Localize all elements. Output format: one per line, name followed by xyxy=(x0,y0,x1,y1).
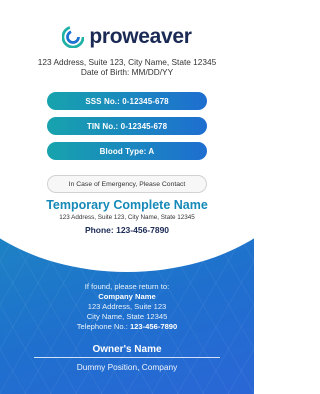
emergency-contact-address: 123 Address, Suite 123, City Name, State… xyxy=(59,214,195,221)
id-card-back: proweaver 123 Address, Suite 123, City N… xyxy=(0,0,254,394)
return-intro: If found, please return to: xyxy=(84,282,170,291)
holder-address: 123 Address, Suite 123, City Name, State… xyxy=(37,57,217,67)
return-telephone: Telephone No.: 123-456-7890 xyxy=(0,322,254,331)
telephone-label: Telephone No.: xyxy=(76,322,130,331)
brand-name: proweaver xyxy=(89,25,192,48)
telephone-value: 123-456-7890 xyxy=(129,322,178,331)
card-content: proweaver 123 Address, Suite 123, City N… xyxy=(0,0,254,394)
proweaver-swirl-icon xyxy=(62,26,85,48)
return-address-line2: City Name, State 12345 xyxy=(86,312,168,321)
blood-type-pill: Blood Type: A xyxy=(47,142,207,160)
owner-divider xyxy=(34,357,220,358)
sss-number-pill: SSS No.: 0-12345-678 xyxy=(47,92,207,110)
emergency-label: In Case of Emergency, Please Contact xyxy=(47,175,207,193)
owner-name: Owner's Name xyxy=(92,344,162,355)
return-company: Company Name xyxy=(98,292,156,301)
brand-logo: proweaver xyxy=(0,25,254,49)
holder-dob: Date of Birth: MM/DD/YY xyxy=(80,67,174,77)
tin-number-pill: TIN No.: 0-12345-678 xyxy=(47,117,207,135)
owner-position: Dummy Position, Company xyxy=(76,362,178,372)
emergency-contact-phone: Phone: 123-456-7890 xyxy=(84,225,170,235)
emergency-contact-name: Temporary Complete Name xyxy=(46,198,208,212)
return-address-line1: 123 Address, Suite 123 xyxy=(87,302,167,311)
